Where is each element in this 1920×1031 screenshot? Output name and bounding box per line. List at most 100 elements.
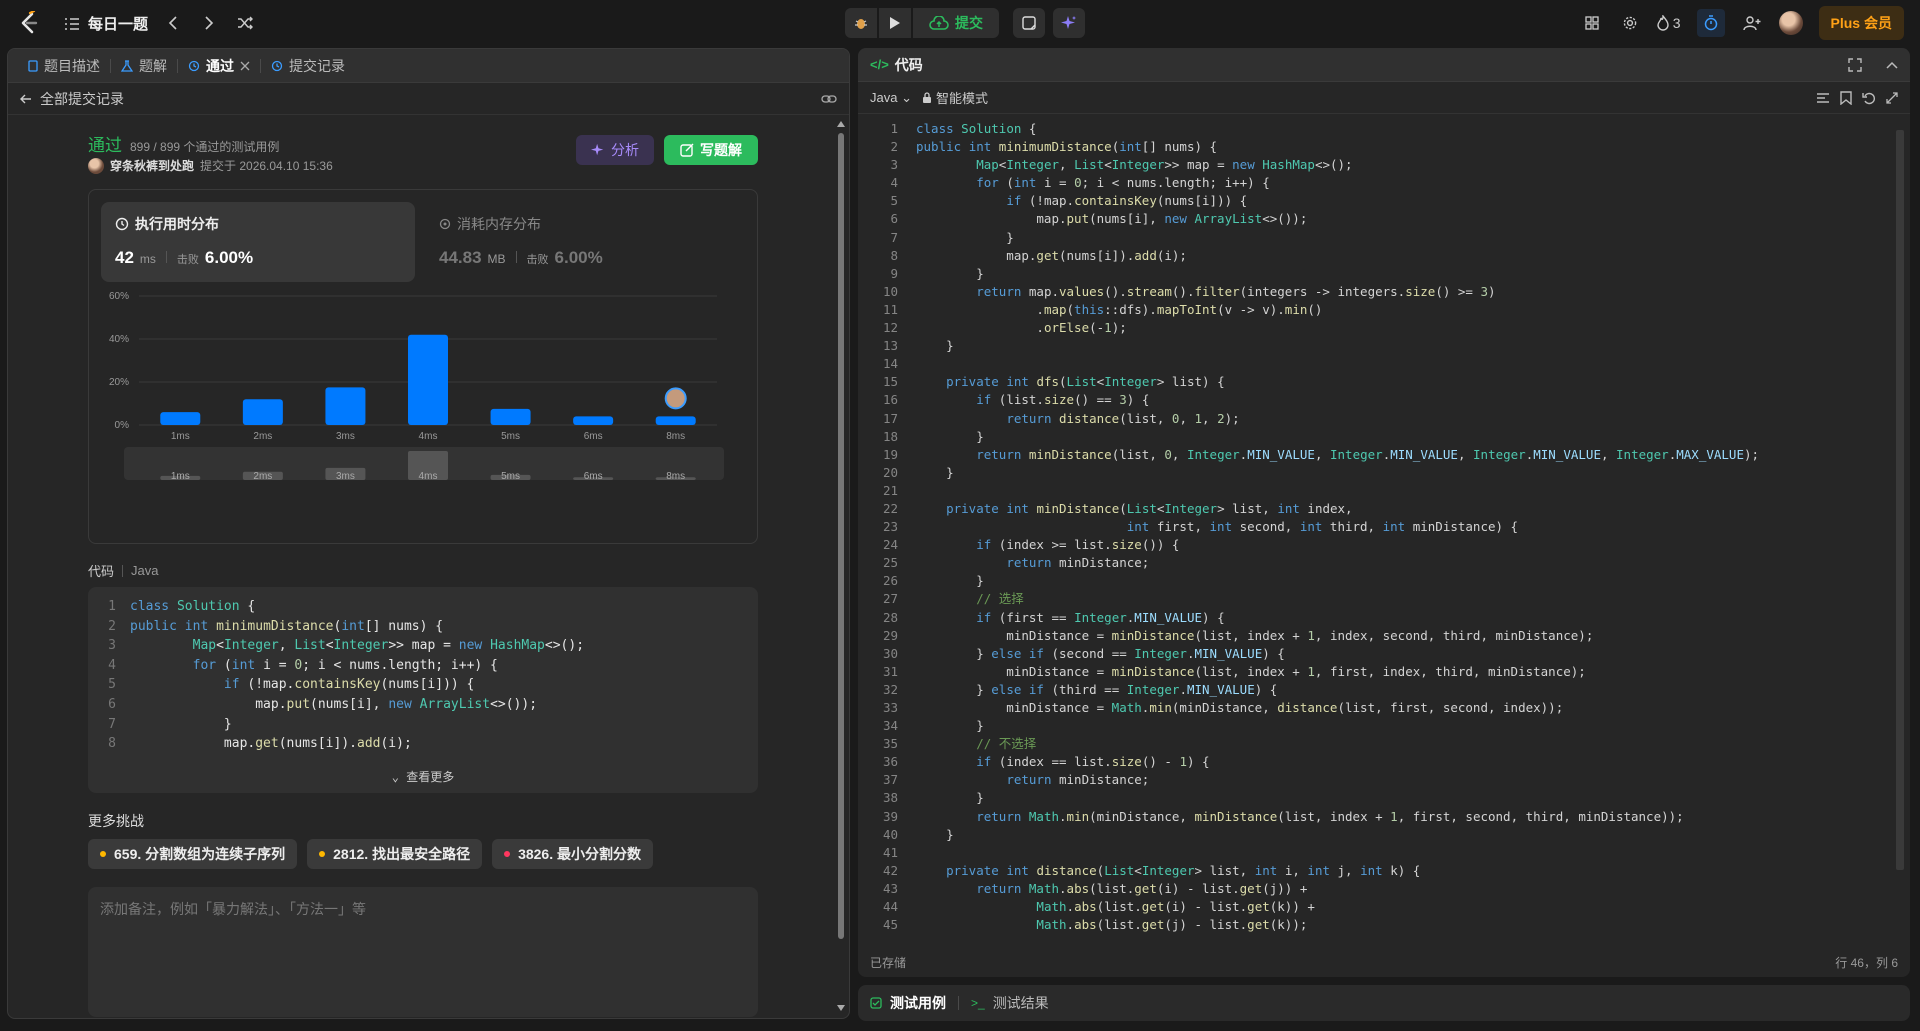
scroll-thumb[interactable] [838, 133, 844, 939]
author-name[interactable]: 穿条秋裤到处跑 [110, 157, 194, 174]
editor-header: </> 代码 [858, 48, 1910, 82]
random-problem-button[interactable] [234, 12, 256, 34]
ai-assist-button[interactable] [1053, 8, 1085, 38]
challenge-chip[interactable]: 3826. 最小分割分数 [492, 839, 654, 869]
user-avatar[interactable] [1778, 11, 1803, 35]
code-text: minDistance = Math.min(minDistance, dist… [916, 700, 1564, 715]
tab-test-cases[interactable]: 测试用例 [890, 993, 946, 1013]
invite-button[interactable] [1741, 12, 1763, 34]
streak-counter[interactable]: 3 [1657, 15, 1681, 31]
expand-icon[interactable] [1886, 91, 1898, 104]
editor-line: 30 } else if (second == Integer.MIN_VALU… [858, 645, 1898, 663]
bar[interactable] [242, 399, 283, 425]
runtime-unit: ms [139, 252, 156, 266]
memory-icon [439, 218, 451, 230]
editor-line: 26 } [858, 572, 1898, 590]
scroll-up-arrow[interactable] [837, 121, 845, 127]
tab-test-results[interactable]: 测试结果 [993, 993, 1049, 1013]
stopwatch-icon [1704, 15, 1717, 31]
code-text: } [916, 265, 984, 281]
runtime-card[interactable]: 执行用时分布 42 ms 击败 6.00% [101, 202, 415, 282]
editor-line: 11 .map(this::dfs).mapToInt(v -> v).min(… [858, 301, 1898, 319]
line-number: 42 [882, 862, 898, 878]
all-submissions-link[interactable]: 全部提交记录 [40, 89, 124, 109]
line-number: 13 [882, 338, 898, 354]
challenge-chip[interactable]: 659. 分割数组为连续子序列 [88, 839, 298, 869]
bar[interactable] [325, 387, 366, 425]
run-button[interactable] [879, 8, 911, 38]
bar[interactable] [655, 416, 696, 425]
code-text: return minDistance; [1006, 772, 1150, 788]
next-problem-button[interactable] [198, 12, 220, 34]
code-text: return Math.min(minDistance, minDistance… [976, 808, 1684, 824]
code-preview[interactable]: 1 class Solution {2 public int minimumDist… [88, 587, 758, 793]
language-select[interactable]: Java ⌄ [870, 90, 912, 106]
code-text: map.get(nums[i]).add(i); [130, 736, 412, 752]
code-text: } [916, 826, 954, 842]
editor-line: 17 return distance(list, 0, 1, 2); [858, 410, 1898, 428]
challenge-label: 659. 分割数组为连续子序列 [114, 846, 286, 862]
left-tab-bar: 题目描述 题解 通过 提交记录 [8, 49, 849, 83]
line-number: 1 [890, 121, 898, 136]
close-icon[interactable] [240, 61, 250, 71]
problem-list-button[interactable]: 每日一题 [64, 13, 148, 34]
left-scrollbar[interactable] [837, 121, 845, 1011]
code-text: return minDistance; [1006, 555, 1150, 571]
bar[interactable] [408, 334, 448, 425]
tab-description[interactable]: 题目描述 [18, 49, 110, 83]
settings-button[interactable] [1619, 12, 1641, 34]
layout-button[interactable] [1581, 12, 1603, 34]
note-icon [1022, 16, 1036, 30]
smart-mode-toggle[interactable]: 智能模式 [922, 88, 988, 107]
challenge-chip[interactable]: 2812. 找出最安全路径 [307, 839, 483, 869]
arrow-left-icon[interactable] [20, 93, 32, 105]
tab-description-label: 题目描述 [44, 57, 100, 74]
note-button[interactable] [1013, 8, 1045, 38]
tab-submissions[interactable]: 提交记录 [261, 49, 355, 83]
bookmark-icon[interactable] [1840, 90, 1852, 105]
reset-icon[interactable] [1862, 91, 1876, 105]
code-text: if (first == Integer.MIN_VALUE) { [976, 609, 1225, 625]
line-number: 37 [882, 772, 898, 788]
tab-accepted[interactable]: 通过 [178, 49, 260, 83]
timer-button[interactable] [1696, 9, 1725, 37]
format-icon[interactable] [1816, 92, 1830, 104]
fullscreen-icon[interactable] [1848, 57, 1862, 72]
line-number: 7 [108, 716, 116, 732]
cursor-position: 行 46，列 6 [1835, 955, 1898, 970]
line-number: 18 [882, 428, 898, 444]
chevron-up-icon[interactable] [1886, 61, 1898, 69]
challenge-label: 3826. 最小分割分数 [518, 846, 642, 862]
bar[interactable] [490, 408, 531, 425]
tab-solutions[interactable]: 题解 [111, 49, 177, 83]
prev-problem-button[interactable] [162, 12, 184, 34]
code-line: 5 if (!map.containsKey(nums[i])) { [88, 675, 758, 695]
plus-membership-button[interactable]: Plus 会员 [1818, 6, 1904, 40]
list-icon [65, 17, 79, 30]
test-panel: 测试用例 >_ 测试结果 [858, 985, 1910, 1021]
write-solution-button[interactable]: 写题解 [664, 135, 758, 165]
view-more-button[interactable]: ⌄ 查看更多 [88, 768, 758, 785]
bar[interactable] [573, 416, 614, 425]
save-status: 已存储 [870, 955, 907, 970]
leetcode-logo[interactable] [18, 11, 40, 35]
editor-scrollbar[interactable] [1896, 130, 1904, 870]
code-text: } [916, 229, 1014, 245]
scroll-down-arrow[interactable] [837, 1005, 845, 1011]
debug-button[interactable] [845, 8, 877, 38]
code-editor[interactable]: 1 class Solution {2 public int minimumDist… [858, 120, 1898, 932]
analyze-button[interactable]: 分析 [576, 135, 654, 165]
memory-beat-pct: 6.00% [554, 248, 603, 267]
code-text: } [916, 573, 984, 589]
code-text: if (!map.containsKey(nums[i])) { [1006, 193, 1248, 209]
link-icon[interactable] [821, 93, 837, 105]
author-avatar[interactable] [88, 157, 104, 174]
editor-line: 31 minDistance = minDistance(list, index… [858, 663, 1898, 681]
memory-unit: MB [487, 252, 506, 266]
code-text: } else if (third == Integer.MIN_VALUE) { [916, 681, 1278, 697]
bar[interactable] [160, 412, 201, 425]
notes-input[interactable]: 添加备注，例如「暴力解法」、「方法一」等 [88, 887, 758, 1017]
memory-card[interactable]: 消耗内存分布 44.83 MB 击败 6.00% [425, 202, 739, 282]
submit-button[interactable]: 提交 [913, 8, 999, 38]
line-number: 35 [882, 736, 898, 752]
